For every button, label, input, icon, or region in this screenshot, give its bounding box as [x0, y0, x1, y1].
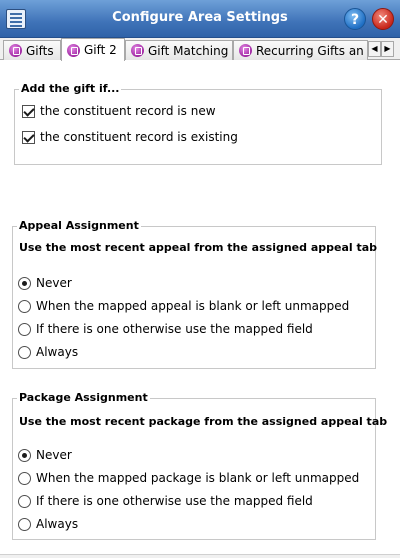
- new-record-label: the constituent record is new: [40, 104, 216, 118]
- gift-icon: [131, 44, 144, 57]
- tab-label: Gift 2: [84, 43, 117, 57]
- package-option-blank[interactable]: When the mapped package is blank or left…: [18, 471, 359, 485]
- package-description: Use the most recent package from the ass…: [19, 415, 388, 428]
- radio-label: When the mapped appeal is blank or left …: [36, 299, 350, 313]
- package-option-never[interactable]: Never: [18, 448, 72, 462]
- package-always-radio[interactable]: [18, 517, 31, 531]
- gift-icon: [9, 44, 22, 57]
- close-button[interactable]: ✕: [372, 8, 394, 30]
- help-button[interactable]: ?: [344, 8, 366, 30]
- radio-label: Always: [36, 517, 79, 531]
- appeal-description: Use the most recent appeal from the assi…: [19, 241, 378, 254]
- appeal-if-one-radio[interactable]: [18, 322, 31, 336]
- title-bar: Configure Area Settings ? ✕: [0, 0, 400, 38]
- add-gift-legend: Add the gift if...: [19, 82, 122, 95]
- radio-label: If there is one otherwise use the mapped…: [36, 494, 313, 508]
- tab-bar: Gifts Gift 2 Gift Matching Recurring Gif…: [0, 38, 400, 61]
- new-record-checkbox[interactable]: [22, 104, 35, 118]
- appeal-option-never[interactable]: Never: [18, 276, 72, 290]
- tab-scroll-right-button[interactable]: ▶: [381, 41, 394, 57]
- package-if-one-radio[interactable]: [18, 494, 31, 508]
- appeal-option-if-one[interactable]: If there is one otherwise use the mapped…: [18, 322, 313, 336]
- package-never-radio[interactable]: [18, 448, 31, 462]
- package-option-always[interactable]: Always: [18, 517, 78, 531]
- appeal-option-blank[interactable]: When the mapped appeal is blank or left …: [18, 299, 349, 313]
- appeal-never-radio[interactable]: [18, 276, 31, 290]
- tab-gift-matching[interactable]: Gift Matching: [125, 40, 233, 60]
- tab-label: Recurring Gifts an: [256, 43, 364, 58]
- package-option-if-one[interactable]: If there is one otherwise use the mapped…: [18, 494, 313, 508]
- new-record-option[interactable]: the constituent record is new: [22, 104, 216, 118]
- appeal-blank-radio[interactable]: [18, 299, 31, 313]
- gift-icon: [239, 44, 252, 57]
- tab-scroll-arrows: ◀ ▶: [368, 41, 394, 57]
- tab-gifts[interactable]: Gifts: [3, 40, 61, 60]
- appeal-assignment-group: Appeal Assignment Use the most recent ap…: [12, 219, 378, 369]
- tab-recurring-gifts[interactable]: Recurring Gifts an: [233, 40, 368, 60]
- package-assignment-legend: Package Assignment: [17, 391, 150, 404]
- radio-label: If there is one otherwise use the mapped…: [36, 322, 313, 336]
- radio-label: Never: [36, 276, 72, 290]
- tab-label: Gift Matching: [148, 43, 229, 58]
- window-title: Configure Area Settings: [112, 10, 288, 25]
- appeal-option-always[interactable]: Always: [18, 345, 78, 359]
- tab-scroll-left-button[interactable]: ◀: [368, 41, 381, 57]
- existing-record-checkbox[interactable]: [22, 130, 35, 144]
- appeal-assignment-legend: Appeal Assignment: [17, 219, 141, 232]
- window-bottom-edge: [0, 554, 400, 558]
- tab-gift-2[interactable]: Gift 2: [61, 38, 125, 61]
- appeal-always-radio[interactable]: [18, 345, 31, 359]
- radio-label: When the mapped package is blank or left…: [36, 471, 360, 485]
- gift-icon: [67, 43, 80, 57]
- existing-record-option[interactable]: the constituent record is existing: [22, 130, 238, 144]
- existing-record-label: the constituent record is existing: [40, 130, 238, 144]
- radio-label: Never: [36, 448, 72, 462]
- package-blank-radio[interactable]: [18, 471, 31, 485]
- radio-label: Always: [36, 345, 79, 359]
- tab-label: Gifts: [26, 43, 54, 58]
- package-assignment-group: Package Assignment Use the most recent p…: [12, 391, 387, 540]
- add-gift-group: Add the gift if... the constituent recor…: [14, 82, 382, 165]
